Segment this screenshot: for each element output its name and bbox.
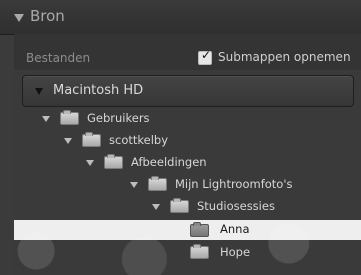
folder-name: Afbeeldingen <box>131 155 207 169</box>
folder-icon <box>190 222 209 237</box>
tree-row-anna[interactable]: Anna <box>14 220 361 240</box>
expand-triangle-icon[interactable] <box>64 138 72 144</box>
tree-row-mijn-lightroomfotos[interactable]: Mijn Lightroomfoto's <box>14 174 361 196</box>
folder-icon <box>60 110 79 125</box>
panel-title: Bron <box>30 7 65 25</box>
tree-row-hope[interactable]: Hope <box>14 242 361 264</box>
files-label: Bestanden <box>26 51 91 65</box>
tree-row-studiosessies[interactable]: Studiosessies <box>14 196 361 218</box>
expand-triangle-icon[interactable] <box>86 160 94 166</box>
folder-name: Anna <box>220 222 250 236</box>
volume-header[interactable]: Macintosh HD <box>22 75 354 107</box>
folder-icon <box>104 154 123 169</box>
folder-tree: Macintosh HD Gebruikers scottkelby Afbee… <box>14 70 361 275</box>
volume-name: Macintosh HD <box>53 83 144 98</box>
include-subfolders-label[interactable]: Submappen opnemen <box>218 50 351 64</box>
folder-name: Studiosessies <box>197 199 275 213</box>
folder-name: Gebruikers <box>87 111 150 125</box>
folder-name: scottkelby <box>109 133 168 147</box>
source-panel: Bron Bestanden ✓ Submappen opnemen Macin… <box>0 0 361 275</box>
tree-row-gebruikers[interactable]: Gebruikers <box>14 108 361 130</box>
checkmark-icon: ✓ <box>201 48 212 62</box>
folder-icon <box>190 244 209 259</box>
expand-triangle-icon[interactable] <box>130 182 138 188</box>
folder-icon <box>82 132 101 147</box>
expand-triangle-icon[interactable] <box>152 204 160 210</box>
folder-name: Hope <box>220 245 251 259</box>
expand-triangle-icon[interactable] <box>42 116 50 122</box>
volume-collapse-icon[interactable] <box>35 88 43 95</box>
tree-row-afbeeldingen[interactable]: Afbeeldingen <box>14 152 361 174</box>
include-subfolders-checkbox[interactable]: ✓ <box>198 48 212 65</box>
collapse-triangle-icon[interactable] <box>14 14 24 22</box>
panel-header[interactable]: Bron <box>0 0 361 35</box>
files-subheader: Bestanden ✓ Submappen opnemen <box>14 34 361 70</box>
folder-icon <box>148 176 167 191</box>
tree-row-scottkelby[interactable]: scottkelby <box>14 130 361 152</box>
folder-name: Mijn Lightroomfoto's <box>175 177 293 191</box>
folder-icon <box>170 198 189 213</box>
